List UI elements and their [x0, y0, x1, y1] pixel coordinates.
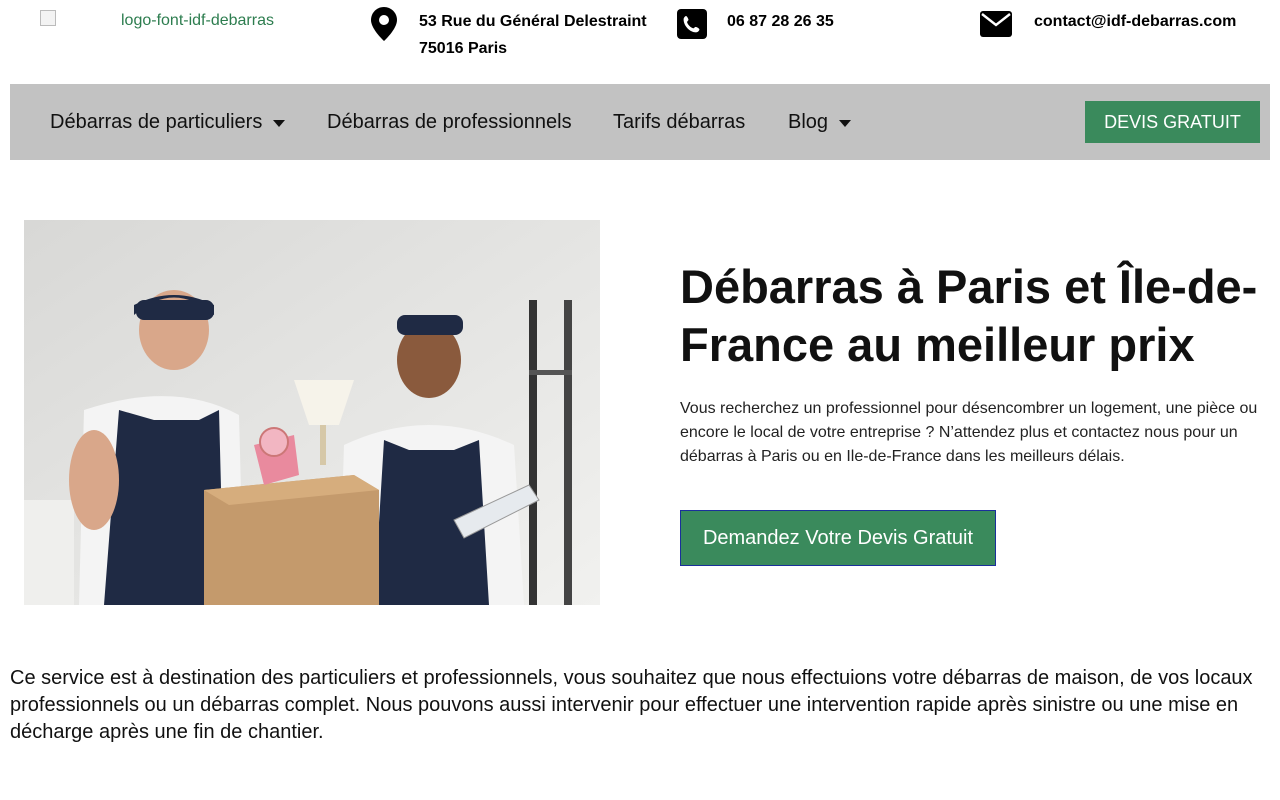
envelope-icon [980, 8, 1012, 40]
address-block: 53 Rue du Général Delestraint 75016 Pari… [368, 7, 647, 62]
phone-icon [676, 8, 708, 40]
caret-down-icon [839, 119, 852, 127]
address-line-1: 53 Rue du Général Delestraint [419, 13, 647, 30]
hero-description: Vous recherchez un professionnel pour dé… [680, 400, 1258, 465]
hero-title: Débarras à Paris et Île-de-France au mei… [680, 260, 1258, 371]
nav-item-label: Tarifs débarras [613, 110, 746, 133]
nav-item-tarifs[interactable]: Tarifs débarras [613, 84, 745, 160]
logo-alt-text: logo-font-idf-debarras [121, 12, 274, 29]
nav-item-debarras-professionnels[interactable]: Débarras de professionnels [327, 84, 572, 160]
nav-item-label: Blog [788, 110, 829, 133]
hero-image [24, 220, 600, 605]
broken-image-icon [40, 10, 56, 26]
caret-down-icon [273, 119, 286, 127]
nav-item-debarras-particuliers[interactable]: Débarras de particuliers [50, 84, 286, 160]
map-pin-icon [368, 7, 400, 41]
main-nav: Débarras de particuliers Débarras de pro… [10, 84, 1270, 160]
email-block: contact@idf-debarras.com [980, 8, 1236, 40]
nav-item-label: Débarras de particuliers [50, 110, 263, 133]
service-description: Ce service est à destination des particu… [10, 667, 1253, 743]
address-line-2: 75016 Paris [419, 40, 508, 57]
site-logo[interactable]: logo-font-idf-debarras [40, 10, 300, 40]
phone-block: 06 87 28 26 35 [676, 8, 834, 40]
phone-link[interactable]: 06 87 28 26 35 [727, 8, 834, 35]
devis-gratuit-button[interactable]: DEVIS GRATUIT [1085, 101, 1260, 143]
demandez-devis-button[interactable]: Demandez Votre Devis Gratuit [680, 510, 996, 566]
top-info-bar: logo-font-idf-debarras 53 Rue du Général… [0, 0, 1280, 84]
nav-item-label: Débarras de professionnels [327, 110, 572, 133]
nav-item-blog[interactable]: Blog [788, 84, 852, 160]
email-link[interactable]: contact@idf-debarras.com [1034, 8, 1236, 35]
